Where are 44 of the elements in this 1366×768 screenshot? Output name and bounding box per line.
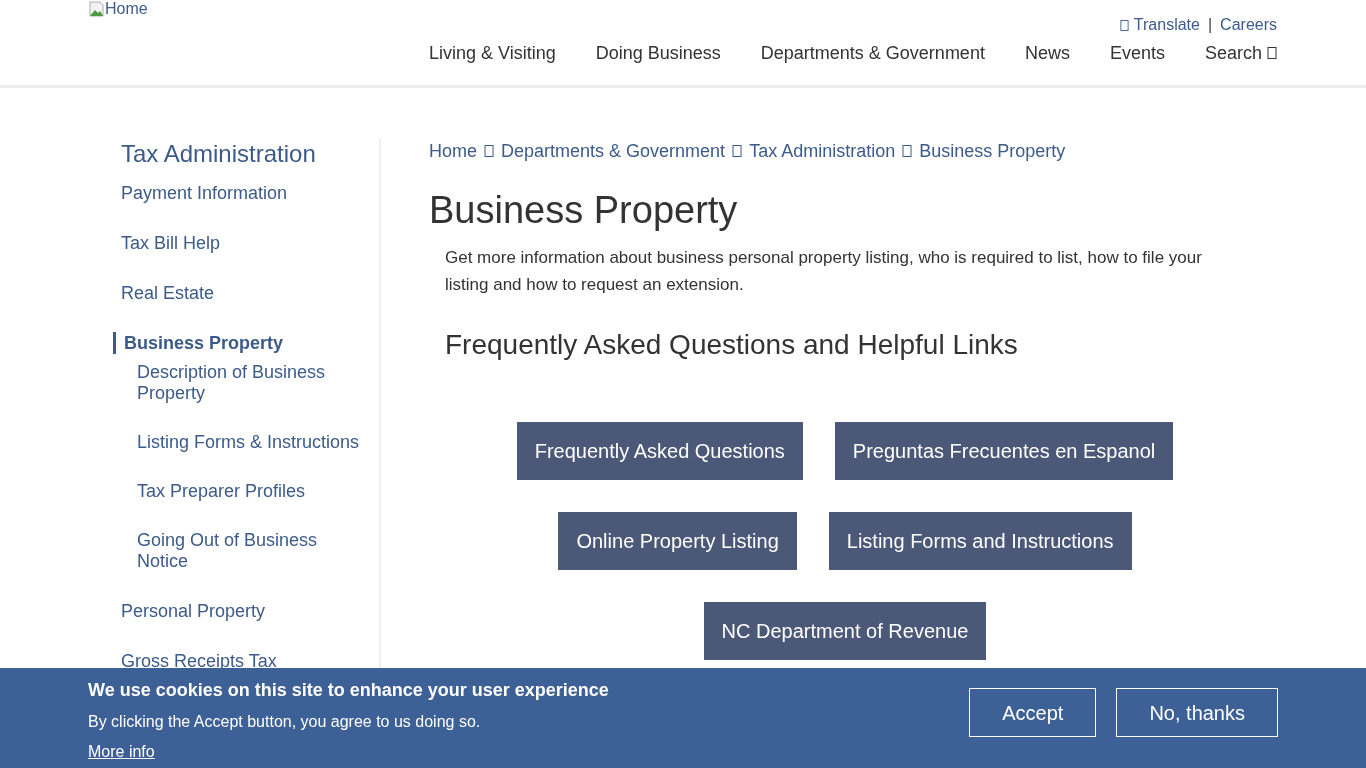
nav-link[interactable]: Living & Visiting	[428, 41, 556, 65]
missing-glyph-icon	[1119, 18, 1129, 32]
cookie-title: We use cookies on this site to enhance your user experience	[88, 679, 609, 702]
nav-link[interactable]: Events	[1109, 41, 1165, 65]
utility-link[interactable]: Careers	[1220, 15, 1277, 35]
sidebar-sublink[interactable]: Listing Forms & Instructions	[137, 432, 367, 453]
section-heading: Frequently Asked Questions and Helpful Links	[444, 328, 1019, 362]
sidebar-sublink[interactable]: Going Out of Business Notice	[137, 530, 367, 572]
missing-glyph-icon	[1267, 46, 1277, 60]
link-button[interactable]: NC Department of Revenue	[703, 602, 987, 660]
breadcrumb-link[interactable]: Home	[429, 138, 477, 164]
sidebar-sublink[interactable]: Description of Business Property	[137, 362, 367, 404]
breadcrumb-link[interactable]: Departments & Government	[501, 138, 726, 164]
sidebar-sublink[interactable]: Tax Preparer Profiles	[137, 481, 367, 502]
sidebar-link[interactable]: Personal Property	[113, 600, 369, 622]
cookie-text: By clicking the Accept button, you agree to us doing so.	[88, 712, 482, 732]
missing-glyph-icon	[484, 144, 494, 158]
nav-link[interactable]: Search	[1204, 41, 1277, 65]
nav-link[interactable]: News	[1024, 41, 1070, 65]
intro-text: Get more information about business personal property listing, who is required to list, how to file your listing and how to request an extension.	[444, 247, 1203, 296]
link-button[interactable]: Frequently Asked Questions	[516, 422, 803, 480]
sidebar-link[interactable]: Business Property	[113, 332, 369, 354]
breadcrumb-link[interactable]: Business Property	[919, 138, 1066, 164]
nav-link[interactable]: Doing Business	[595, 41, 721, 65]
sidebar-link[interactable]: Payment Information	[113, 182, 369, 204]
sidebar-link[interactable]: Real Estate	[113, 282, 369, 304]
sidebar-link[interactable]: Gross Receipts Tax	[113, 650, 369, 672]
utility-link[interactable]: Translate	[1119, 15, 1200, 35]
broken-image-icon	[89, 1, 105, 17]
missing-glyph-icon	[732, 144, 743, 158]
breadcrumb-link[interactable]: Tax Administration	[749, 138, 896, 164]
more-info-link[interactable]: More info	[88, 742, 155, 762]
logo-link[interactable]: Home	[89, 0, 148, 18]
sidebar-link[interactable]: Tax Bill Help	[113, 232, 369, 254]
missing-glyph-icon	[902, 144, 913, 158]
link-button[interactable]: Online Property Listing	[558, 512, 797, 570]
link-button[interactable]: Listing Forms and Instructions	[828, 512, 1132, 570]
nav-link[interactable]: Departments & Government	[760, 41, 985, 65]
cookie-button[interactable]: No, thanks	[1116, 688, 1278, 737]
link-button[interactable]: Preguntas Frecuentes en Espanol	[834, 422, 1174, 480]
page-title: Business Property	[429, 188, 739, 232]
sidebar-title: Tax Administration	[120, 139, 317, 169]
cookie-button[interactable]: Accept	[969, 688, 1097, 737]
separator: |	[1206, 15, 1214, 35]
